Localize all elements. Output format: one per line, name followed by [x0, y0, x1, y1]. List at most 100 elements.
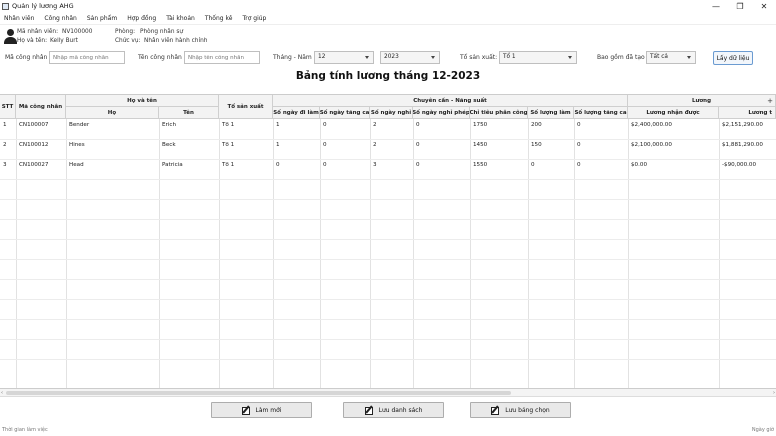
- col-header-stt[interactable]: STT: [0, 95, 16, 119]
- scrollbar-thumb[interactable]: [6, 391, 511, 395]
- employee-name-value: Kelly Burt: [50, 38, 78, 44]
- col-header-last-name[interactable]: Họ: [66, 107, 159, 119]
- cell-last-name: Hines: [69, 142, 85, 148]
- col-header-team[interactable]: Tổ sản xuất: [219, 95, 273, 119]
- chevron-down-icon: [568, 56, 572, 59]
- cell-overtime-quantity: 0: [577, 142, 581, 148]
- cell-team: Tổ 1: [222, 142, 235, 148]
- column-menu-icon[interactable]: +: [767, 97, 773, 105]
- refresh-button-label: Làm mới: [255, 406, 282, 414]
- cell-worker-id: CN100027: [19, 162, 49, 168]
- worker-name-input[interactable]: [184, 51, 260, 64]
- cell-days-worked: 1: [276, 122, 280, 128]
- group-header-fullname: Họ và tên: [66, 95, 219, 107]
- col-header-quantity-made[interactable]: Số lượng làm: [528, 107, 574, 119]
- menu-workers[interactable]: Công nhân: [44, 15, 76, 22]
- cell-quantity-made: 150: [531, 142, 542, 148]
- cell-leave-days: 0: [416, 162, 420, 168]
- title-bar: Quản lý lương AHG — ❐ ✕: [0, 0, 776, 12]
- employee-id-label: Mã nhân viên:: [17, 29, 59, 35]
- cell-leave-days: 0: [416, 142, 420, 148]
- cell-overtime-quantity: 0: [577, 122, 581, 128]
- col-header-salary-received[interactable]: Lương nhận được: [628, 107, 719, 119]
- col-header-salary-net[interactable]: Lương t: [719, 107, 776, 119]
- cell-last-name: Bender: [69, 122, 90, 128]
- group-header-attendance: Chuyên cần - Năng suất: [273, 95, 628, 107]
- maximize-button[interactable]: ❐: [728, 0, 752, 12]
- salary-table[interactable]: STT Mã công nhân Họ và tên Tổ sản xuất C…: [0, 94, 776, 389]
- include-created-label: Bao gồm đã tạo: [597, 54, 645, 61]
- horizontal-scrollbar[interactable]: ‹ ›: [0, 389, 776, 397]
- cell-team: Tổ 1: [222, 162, 235, 168]
- app-icon: [2, 2, 9, 10]
- year-select[interactable]: 2023: [380, 51, 440, 64]
- team-select[interactable]: Tổ 1: [499, 51, 577, 64]
- menu-contracts[interactable]: Hợp đồng: [127, 15, 156, 22]
- save-list-button-label: Lưu danh sách: [378, 406, 423, 414]
- department-label: Phòng:: [115, 29, 136, 35]
- cell-days-off: 3: [373, 162, 377, 168]
- group-header-salary: Lương: [628, 95, 776, 107]
- chevron-down-icon: [431, 56, 435, 59]
- cell-salary-received: $2,100,000.00: [631, 142, 672, 148]
- menu-help[interactable]: Trợ giúp: [242, 15, 266, 22]
- team-label: Tổ sản xuất:: [460, 54, 498, 61]
- window-title: Quản lý lương AHG: [12, 2, 74, 10]
- worker-id-input[interactable]: [49, 51, 125, 64]
- cell-stt: 1: [3, 122, 7, 128]
- menu-employees[interactable]: Nhân viên: [4, 15, 34, 22]
- include-created-select[interactable]: Tất cả: [646, 51, 696, 64]
- minimize-button[interactable]: —: [704, 0, 728, 12]
- col-header-worker-id[interactable]: Mã công nhân: [16, 95, 66, 119]
- department-value: Phòng nhân sự: [140, 29, 184, 35]
- user-avatar-icon: [4, 29, 17, 44]
- menu-statistics[interactable]: Thống kê: [205, 15, 233, 22]
- save-selected-button[interactable]: Lưu bảng chọn: [470, 402, 571, 418]
- cell-worker-id: CN100012: [19, 142, 49, 148]
- col-header-days-worked[interactable]: Số ngày đi làm: [273, 107, 320, 119]
- edit-icon: [364, 405, 375, 415]
- cell-worker-id: CN100007: [19, 122, 49, 128]
- scroll-left-icon[interactable]: ‹: [1, 390, 3, 396]
- col-header-overtime-days[interactable]: Số ngày tăng ca: [320, 107, 370, 119]
- sheet-title: Bảng tính lương tháng 12-2023: [295, 70, 481, 82]
- save-list-button[interactable]: Lưu danh sách: [343, 402, 444, 418]
- cell-team: Tổ 1: [222, 122, 235, 128]
- cell-stt: 3: [3, 162, 7, 168]
- worker-name-label: Tên công nhân: [138, 54, 182, 61]
- cell-days-worked: 1: [276, 142, 280, 148]
- cell-salary-received: $2,400,000.00: [631, 122, 672, 128]
- scroll-right-icon[interactable]: ›: [773, 390, 775, 396]
- position-label: Chức vụ:: [115, 38, 141, 44]
- col-header-first-name[interactable]: Tên: [159, 107, 219, 119]
- menu-products[interactable]: Sản phẩm: [87, 15, 117, 22]
- cell-piece-target: 1750: [473, 122, 488, 128]
- col-header-leave-days[interactable]: Số ngày nghỉ phép: [413, 107, 470, 119]
- cell-salary-net: $2,151,290.00: [722, 122, 763, 128]
- cell-overtime-days: 0: [323, 122, 327, 128]
- cell-salary-net: -$90,000.00: [722, 162, 757, 168]
- employee-name-label: Họ và tên:: [17, 38, 48, 44]
- cell-days-off: 2: [373, 142, 377, 148]
- col-header-overtime-quantity[interactable]: Số lượng tăng ca: [574, 107, 628, 119]
- status-datetime: Ngày giờ: [751, 427, 774, 433]
- close-button[interactable]: ✕: [752, 0, 776, 12]
- col-header-piece-target[interactable]: Chỉ tiêu phân công: [470, 107, 528, 119]
- cell-quantity-made: 0: [531, 162, 535, 168]
- cell-quantity-made: 200: [531, 122, 542, 128]
- team-value: Tổ 1: [503, 54, 516, 60]
- position-value: Nhân viên hành chính: [144, 38, 208, 44]
- col-header-days-off[interactable]: Số ngày nghỉ: [370, 107, 413, 119]
- refresh-button[interactable]: Làm mới: [211, 402, 312, 418]
- menu-accounts[interactable]: Tài khoản: [166, 15, 195, 22]
- month-value: 12: [318, 54, 326, 60]
- save-selected-button-label: Lưu bảng chọn: [505, 406, 550, 414]
- edit-icon: [491, 405, 501, 415]
- month-select[interactable]: 12: [314, 51, 374, 64]
- cell-days-off: 2: [373, 122, 377, 128]
- cell-last-name: Head: [69, 162, 84, 168]
- status-bar: Thời gian làm việc Ngày giờ: [0, 426, 776, 436]
- cell-overtime-quantity: 0: [577, 162, 581, 168]
- fetch-data-button[interactable]: Lấy dữ liệu: [713, 51, 753, 65]
- cell-piece-target: 1450: [473, 142, 488, 148]
